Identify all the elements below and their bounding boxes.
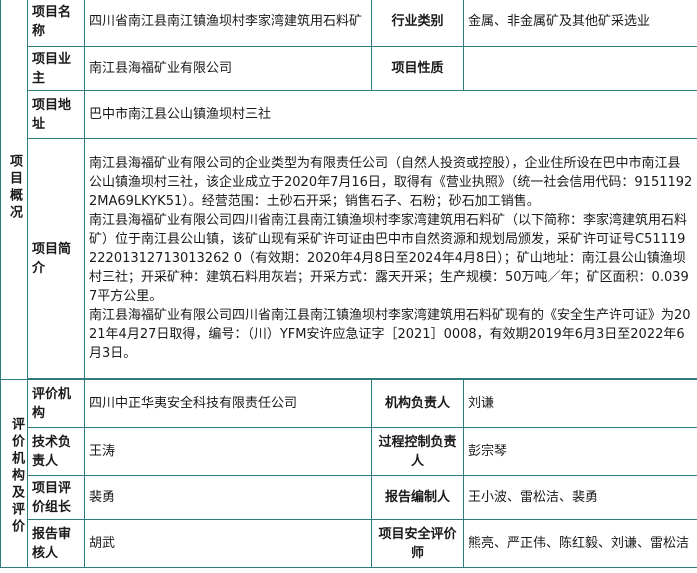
process-label: 过程控制负责人 bbox=[371, 427, 464, 476]
intro-paragraph: 南江县海福矿业有限公司的企业类型为有限责任公司（自然人投资或控股），企业住所设在… bbox=[89, 156, 693, 209]
report-author-label: 报告编制人 bbox=[371, 475, 464, 520]
owner-label: 项目业主 bbox=[27, 46, 85, 91]
section-evaluation-org: 评价机构及评价 bbox=[0, 379, 28, 568]
intro-label: 项目简介 bbox=[27, 138, 85, 379]
tech-head-label: 技术负责人 bbox=[27, 427, 85, 476]
leader-value: 裴勇 bbox=[84, 475, 372, 520]
section-project-overview: 项目概况 bbox=[0, 0, 28, 380]
report-author-value: 王小波、雷松洁、裴勇 bbox=[463, 475, 697, 520]
address-value: 巴中市南江县公山镇渔坝村三社 bbox=[84, 90, 697, 139]
industry-label: 行业类别 bbox=[371, 0, 464, 47]
reviewer-value: 胡武 bbox=[84, 519, 372, 568]
tech-head-value: 王涛 bbox=[84, 427, 372, 476]
section-label: 项目概况 bbox=[7, 154, 22, 222]
owner-value: 南江县海福矿业有限公司 bbox=[84, 46, 372, 91]
org-value: 四川中正华夷安全科技有限责任公司 bbox=[84, 379, 372, 428]
industry-value: 金属、非金属矿及其他矿采选业 bbox=[463, 0, 697, 47]
nature-value bbox=[463, 46, 697, 91]
org-label: 评价机构 bbox=[27, 379, 85, 428]
address-label: 项目地址 bbox=[27, 90, 85, 139]
safety-eval-value: 熊亮、严正伟、陈红毅、刘谦、雷松洁 bbox=[463, 519, 697, 568]
leader-label: 项目评价组长 bbox=[27, 475, 85, 520]
project-name-label: 项目名称 bbox=[27, 0, 85, 47]
org-head-label: 机构负责人 bbox=[371, 379, 464, 428]
intro-paragraph: 南江县海福矿业有限公司四川省南江县南江镇渔坝村李家湾建筑用石料矿现有的《安全生产… bbox=[89, 308, 691, 361]
intro-value: 南江县海福矿业有限公司的企业类型为有限责任公司（自然人投资或控股），企业住所设在… bbox=[84, 138, 697, 379]
safety-eval-label: 项目安全评价师 bbox=[371, 519, 464, 568]
process-value: 彭宗琴 bbox=[463, 427, 697, 476]
intro-paragraph: 南江县海福矿业有限公司四川省南江县南江镇渔坝村李家湾建筑用石料矿（以下简称：李家… bbox=[89, 213, 689, 304]
nature-label: 项目性质 bbox=[371, 46, 464, 91]
reviewer-label: 报告审核人 bbox=[27, 519, 85, 568]
section-label: 评价机构及评价 bbox=[9, 417, 24, 536]
org-head-value: 刘谦 bbox=[463, 379, 697, 428]
project-name-value: 四川省南江县南江镇渔坝村李家湾建筑用石料矿 bbox=[84, 0, 372, 47]
project-info-table: 项目概况 项目名称 四川省南江县南江镇渔坝村李家湾建筑用石料矿 行业类别 金属、… bbox=[0, 0, 697, 568]
